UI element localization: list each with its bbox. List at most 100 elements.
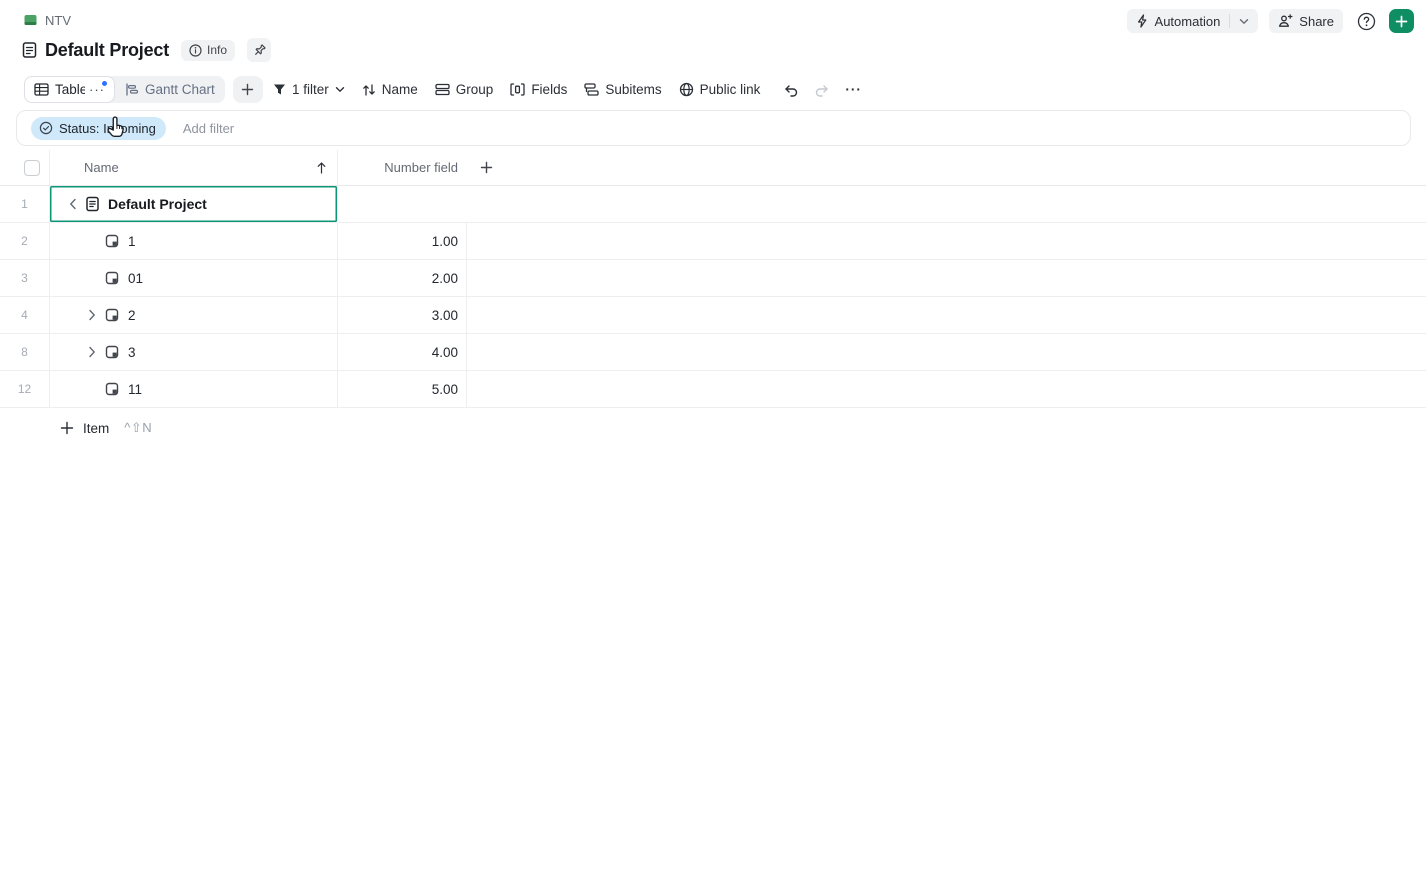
add-view-button[interactable] — [233, 76, 263, 103]
row-gutter: 8 — [0, 334, 50, 371]
column-header-number[interactable]: Number field — [338, 150, 467, 186]
name-cell[interactable]: 3 — [50, 334, 338, 371]
number-value: 5.00 — [432, 382, 458, 397]
workspace-icon — [24, 14, 37, 27]
sort-button[interactable]: Name — [362, 82, 418, 97]
automation-button[interactable]: Automation — [1127, 9, 1230, 33]
empty-cell — [467, 297, 1426, 334]
redo-icon — [814, 83, 830, 97]
name-cell[interactable]: 1 — [50, 223, 338, 260]
help-button[interactable] — [1354, 9, 1378, 33]
table-row[interactable]: 2 1 1.00 — [0, 223, 1426, 260]
public-link-button[interactable]: Public link — [679, 82, 761, 97]
empty-cell — [467, 223, 1426, 260]
pin-button[interactable] — [247, 38, 271, 62]
number-cell[interactable] — [338, 186, 467, 223]
group-button[interactable]: Group — [435, 82, 494, 97]
filter-button[interactable]: 1 filter — [273, 82, 345, 97]
undo-icon — [783, 83, 799, 97]
breadcrumb[interactable]: NTV — [24, 13, 71, 28]
empty-cell — [467, 186, 1426, 223]
table-row[interactable]: 8 3 4.00 — [0, 334, 1426, 371]
table-row[interactable]: 3 01 2.00 — [0, 260, 1426, 297]
task-icon — [105, 234, 119, 248]
tab-group: Table ··· Gantt Chart — [24, 76, 225, 103]
empty-cell — [467, 334, 1426, 371]
row-number: 2 — [21, 234, 28, 248]
select-all-checkbox[interactable] — [24, 160, 40, 176]
toolbar-more-button[interactable]: ··· — [845, 82, 862, 97]
funnel-icon — [273, 83, 286, 96]
sort-arrows-icon — [362, 83, 376, 97]
chevron-down-icon — [335, 86, 345, 93]
table-row[interactable]: 1 Default Project — [0, 186, 1426, 223]
row-number: 3 — [21, 271, 28, 285]
add-item-shortcut: ^⇧N — [124, 420, 152, 436]
row-number: 4 — [21, 308, 28, 322]
number-cell[interactable]: 3.00 — [338, 297, 467, 334]
globe-icon — [679, 82, 694, 97]
name-cell[interactable]: 01 — [50, 260, 338, 297]
number-cell[interactable]: 5.00 — [338, 371, 467, 408]
tab-table[interactable]: Table ··· — [24, 76, 115, 103]
project-doc-icon — [22, 41, 37, 59]
top-actions: Automation Share — [1127, 9, 1414, 33]
automation-dropdown-button[interactable] — [1230, 9, 1258, 33]
add-item-label: Item — [83, 421, 109, 436]
plus-icon — [60, 421, 74, 435]
fields-button[interactable]: Fields — [510, 82, 567, 97]
info-icon — [189, 44, 202, 57]
row-name: Default Project — [108, 196, 207, 212]
subitems-button[interactable]: Subitems — [584, 82, 661, 97]
empty-cell — [467, 260, 1426, 297]
subitems-icon — [584, 83, 599, 96]
row-number: 8 — [21, 345, 28, 359]
table-row[interactable]: 4 2 3.00 — [0, 297, 1426, 334]
row-gutter: 12 — [0, 371, 50, 408]
number-cell[interactable]: 4.00 — [338, 334, 467, 371]
info-label: Info — [207, 43, 227, 57]
info-badge[interactable]: Info — [181, 40, 235, 61]
row-number: 1 — [21, 197, 28, 211]
subitems-label: Subitems — [605, 82, 661, 97]
add-column-button[interactable] — [480, 161, 493, 174]
redo-button[interactable] — [814, 83, 830, 97]
app-window: NTV Automation Share — [0, 0, 1426, 896]
tab-gantt-chart[interactable]: Gantt Chart — [115, 76, 225, 103]
undo-button[interactable] — [783, 83, 799, 97]
row-gutter: 4 — [0, 297, 50, 334]
share-button[interactable]: Share — [1269, 9, 1343, 33]
name-cell[interactable]: Default Project — [50, 186, 338, 223]
add-item-button[interactable]: Item ^⇧N — [60, 415, 152, 441]
row-name: 2 — [128, 308, 136, 323]
name-cell[interactable]: 2 — [50, 297, 338, 334]
name-cell[interactable]: 11 — [50, 371, 338, 408]
number-value: 4.00 — [432, 345, 458, 360]
row-name: 11 — [128, 382, 142, 397]
chevron-right-icon[interactable] — [85, 309, 99, 321]
column-header-name[interactable]: Name — [50, 150, 338, 186]
chevron-left-icon[interactable] — [66, 198, 80, 210]
filter-count-label: 1 filter — [292, 82, 329, 97]
name-column-label: Name — [84, 160, 119, 175]
filter-chip-status[interactable]: Status: Incoming — [31, 117, 166, 140]
table-row[interactable]: 12 11 5.00 — [0, 371, 1426, 408]
row-name: 1 — [128, 234, 136, 249]
fields-label: Fields — [531, 82, 567, 97]
automation-split-button: Automation — [1127, 9, 1259, 33]
number-cell[interactable]: 2.00 — [338, 260, 467, 297]
row-gutter: 2 — [0, 223, 50, 260]
create-new-button[interactable] — [1389, 9, 1414, 33]
table-body: 1 Default Project 2 — [0, 186, 1426, 408]
chevron-right-icon[interactable] — [85, 346, 99, 358]
row-name: 01 — [128, 271, 143, 286]
gantt-view-icon — [125, 83, 139, 96]
row-name: 3 — [128, 345, 136, 360]
view-tabs: Table ··· Gantt Chart — [24, 76, 263, 103]
task-icon — [105, 308, 119, 322]
workspace-name: NTV — [45, 13, 71, 28]
sort-field-label: Name — [382, 82, 418, 97]
public-link-label: Public link — [700, 82, 761, 97]
add-filter-button[interactable]: Add filter — [183, 121, 234, 136]
number-cell[interactable]: 1.00 — [338, 223, 467, 260]
